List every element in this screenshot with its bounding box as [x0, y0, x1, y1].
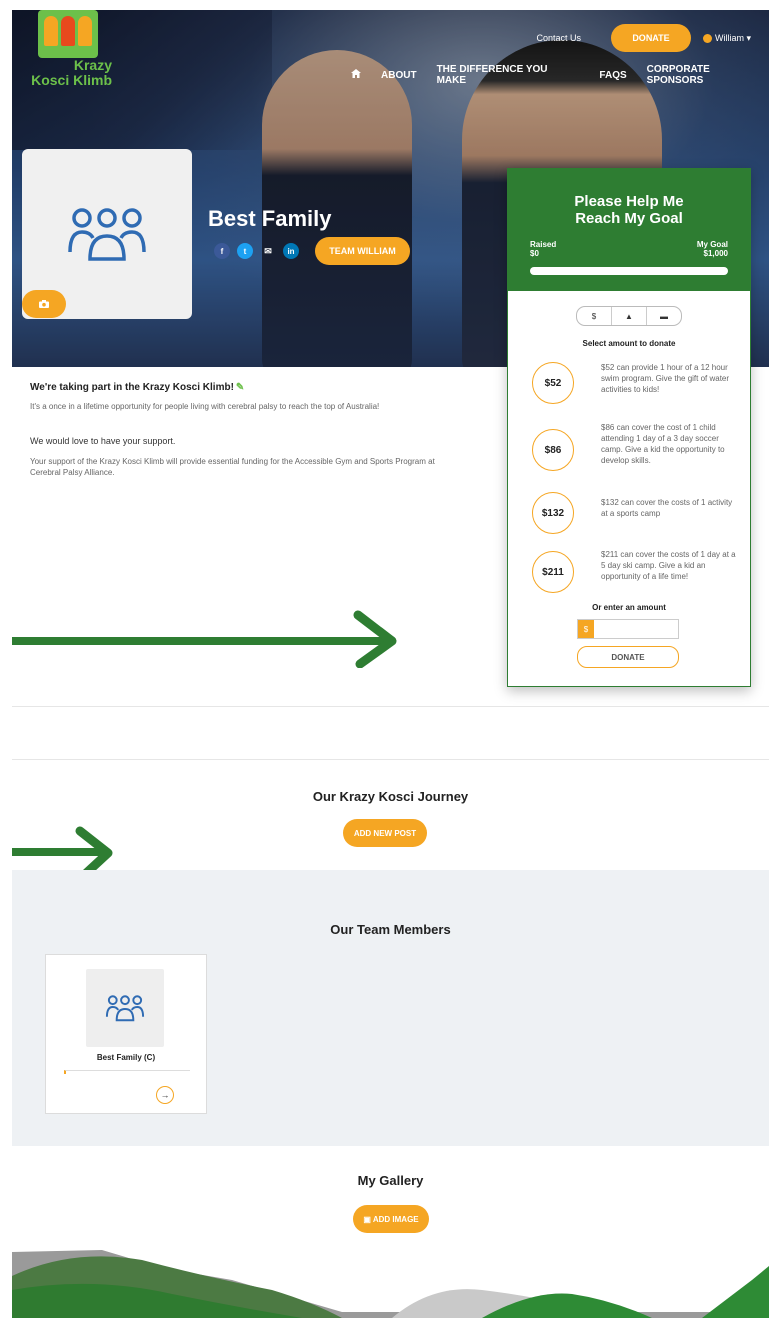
about-text: It's a once in a lifetime opportunity fo…: [30, 402, 380, 411]
amount-option-132[interactable]: $132: [532, 492, 574, 534]
team-people-icon: [105, 995, 145, 1022]
member-progress: [64, 1070, 190, 1074]
toggle-dollar[interactable]: $: [577, 307, 612, 325]
logo-mark-icon: [38, 10, 98, 58]
team-people-icon: [68, 208, 146, 261]
nav-difference[interactable]: THE DIFFERENCE YOU MAKE: [437, 64, 580, 86]
raised-amount: Raised $0: [530, 240, 557, 258]
facebook-icon[interactable]: f: [214, 243, 230, 259]
amount-desc-132: $132 can cover the costs of 1 activity a…: [601, 498, 733, 518]
page: Krazy Kosci Klimb Contact Us DONATE Will…: [12, 10, 769, 1318]
amount-option-86[interactable]: $86: [532, 429, 574, 471]
currency-symbol: $: [578, 620, 594, 638]
user-menu[interactable]: William ▾: [702, 32, 751, 44]
member-card[interactable]: Best Family (C) →: [45, 954, 207, 1114]
journey-heading: Our Krazy Kosci Journey: [312, 789, 469, 804]
amount-desc-52: $52 can provide 1 hour of a 12 hour swim…: [601, 363, 730, 394]
user-avatar-icon: [702, 33, 712, 43]
user-name: William ▾: [714, 32, 751, 43]
home-icon[interactable]: [351, 69, 361, 81]
contact-link[interactable]: Contact Us: [536, 33, 581, 43]
twitter-icon[interactable]: t: [237, 243, 253, 259]
about-heading: We're taking part in the Krazy Kosci Kli…: [30, 382, 245, 393]
section-divider: [12, 706, 769, 707]
top-bar: Contact Us DONATE William ▾: [536, 24, 751, 52]
member-name: Best Family (C): [96, 1053, 156, 1062]
mountains-footer-graphic: [12, 1250, 769, 1318]
widget-title: Please Help Me Reach My Goal: [574, 193, 684, 227]
about-support-line2: Cerebral Palsy Alliance.: [30, 468, 115, 477]
add-new-post-button[interactable]: ADD NEW POST: [343, 819, 427, 847]
about-support-line1: Your support of the Krazy Kosci Klimb wi…: [30, 457, 435, 466]
amount-option-52[interactable]: $52: [532, 362, 574, 404]
custom-amount-input[interactable]: $: [577, 619, 679, 639]
site-logo[interactable]: Krazy Kosci Klimb: [30, 10, 112, 92]
select-amount-label: Select amount to donate: [582, 339, 676, 348]
main-nav: ABOUT THE DIFFERENCE YOU MAKE FAQS CORPO…: [351, 64, 769, 86]
team-members-section: Our Team Members Best Family (C) →: [12, 870, 769, 1146]
change-photo-button[interactable]: [22, 290, 66, 318]
edit-icon[interactable]: ✎: [236, 382, 244, 393]
nav-faqs[interactable]: FAQS: [599, 70, 626, 81]
arrow-annotation-1: [12, 610, 397, 668]
amount-option-211[interactable]: $211: [532, 551, 574, 593]
logo-text: Krazy Kosci Klimb: [31, 57, 112, 88]
progress-bar: [530, 267, 728, 275]
enter-amount-label: Or enter an amount: [592, 603, 666, 612]
donation-type-toggle[interactable]: $ ▲ ▬: [576, 306, 682, 326]
social-share: f t ✉ in: [214, 243, 299, 259]
toggle-card-icon[interactable]: ▬: [647, 307, 681, 325]
donate-header-button[interactable]: DONATE: [610, 24, 691, 52]
add-image-button[interactable]: ▣ ADD IMAGE: [353, 1205, 429, 1233]
amount-desc-211: $211 can cover the costs of 1 day at a 5…: [601, 550, 736, 581]
member-avatar: [86, 969, 164, 1047]
camera-icon: [39, 300, 49, 308]
donate-button[interactable]: DONATE: [577, 646, 679, 668]
donation-widget: Please Help Me Reach My Goal Raised $0 My…: [507, 168, 751, 687]
team-members-heading: Our Team Members: [330, 922, 451, 937]
goal-amount: My Goal $1,000: [696, 240, 728, 258]
nav-corporate-sponsors[interactable]: CORPORATE SPONSORS: [647, 64, 769, 86]
linkedin-icon[interactable]: in: [283, 243, 299, 259]
widget-header: Please Help Me Reach My Goal Raised $0 My…: [508, 169, 750, 291]
email-icon[interactable]: ✉: [260, 243, 276, 259]
team-button[interactable]: TEAM WILLIAM: [315, 237, 410, 265]
team-title: Best Family: [208, 206, 332, 231]
amount-desc-86: $86 can cover the cost of 1 child attend…: [601, 423, 725, 465]
section-divider: [12, 759, 769, 760]
gallery-heading: My Gallery: [357, 1173, 424, 1188]
nav-about[interactable]: ABOUT: [381, 70, 417, 81]
about-subheading: We would love to have your support.: [30, 436, 176, 446]
toggle-person-icon[interactable]: ▲: [612, 307, 647, 325]
arrow-right-icon[interactable]: →: [156, 1086, 174, 1104]
